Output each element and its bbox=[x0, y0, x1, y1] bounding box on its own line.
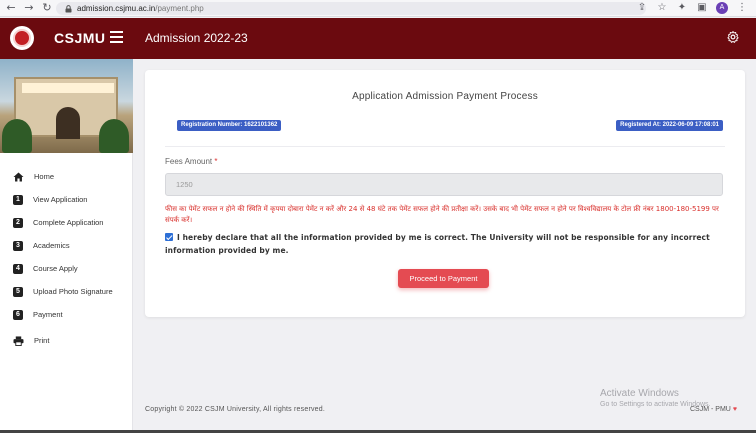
sidebar-item-academics[interactable]: 3 Academics bbox=[0, 234, 132, 257]
puzzle-icon[interactable]: ✦ bbox=[676, 1, 688, 15]
brand-name[interactable]: CSJMU bbox=[54, 30, 106, 46]
forward-arrow-icon[interactable]: → bbox=[22, 1, 36, 15]
fees-amount-field[interactable] bbox=[165, 173, 723, 196]
share-icon[interactable]: ⇪ bbox=[636, 1, 648, 15]
step-number-badge: 6 bbox=[13, 309, 23, 320]
university-logo[interactable] bbox=[10, 26, 34, 50]
printer-icon bbox=[13, 335, 24, 346]
lock-icon bbox=[63, 4, 73, 14]
sidebar-item-label: Home bbox=[34, 172, 55, 181]
page-title: Admission 2022-23 bbox=[145, 31, 248, 45]
sidebar-menu: Home 1 View Application 2 Complete Appli… bbox=[0, 153, 132, 352]
star-icon[interactable]: ☆ bbox=[656, 1, 668, 15]
fees-amount-label: Fees Amount * bbox=[165, 157, 218, 166]
sidebar-item-upload-photo-signature[interactable]: 5 Upload Photo Signature bbox=[0, 280, 132, 303]
sidebar-item-label: View Application bbox=[33, 195, 88, 204]
url-text: admission.csjmu.ac.in/payment.php bbox=[77, 4, 204, 13]
sidebar-item-label: Academics bbox=[33, 241, 70, 250]
sidebar-item-label: Course Apply bbox=[33, 264, 78, 273]
registered-at-badge: Registered At: 2022-06-09 17:08:01 bbox=[616, 120, 723, 131]
more-vertical-icon[interactable]: ⋮ bbox=[736, 1, 748, 15]
step-number-badge: 1 bbox=[13, 194, 23, 205]
campus-gate-image bbox=[0, 59, 133, 153]
payment-card: Application Admission Payment Process Re… bbox=[145, 70, 745, 317]
declaration: I hereby declare that all the informatio… bbox=[165, 232, 725, 257]
registration-number-badge: Registration Number: 1622101362 bbox=[177, 120, 282, 131]
address-bar[interactable]: admission.csjmu.ac.in/payment.php bbox=[56, 2, 646, 15]
footer-copyright: Copyright © 2022 CSJM University, All ri… bbox=[145, 406, 325, 413]
hamburger-menu-icon[interactable] bbox=[110, 31, 123, 43]
heart-icon: ♥ bbox=[732, 406, 737, 413]
profile-avatar[interactable]: A bbox=[716, 2, 728, 14]
step-number-badge: 5 bbox=[13, 286, 23, 297]
sidebar-item-label: Complete Application bbox=[33, 218, 104, 227]
payment-notice-hindi: फीस का पेमेंट सफल न होने की स्थिति में क… bbox=[165, 205, 719, 224]
sidebar-item-label: Payment bbox=[33, 310, 63, 319]
sidebar-item-label: Print bbox=[34, 336, 50, 345]
browser-toolbar: ← → ↻ admission.csjmu.ac.in/payment.php … bbox=[0, 0, 756, 17]
footer-credit: CSJM - PMU ♥ bbox=[690, 406, 737, 413]
required-mark: * bbox=[214, 157, 218, 166]
card-title: Application Admission Payment Process bbox=[352, 91, 538, 102]
sidebar-panel-icon[interactable]: ▣ bbox=[696, 1, 708, 15]
sidebar-item-print[interactable]: Print bbox=[0, 329, 132, 352]
sidebar-item-label: Upload Photo Signature bbox=[33, 287, 113, 296]
gear-icon[interactable] bbox=[726, 30, 740, 44]
sidebar: Home 1 View Application 2 Complete Appli… bbox=[0, 59, 133, 433]
sidebar-item-complete-application[interactable]: 2 Complete Application bbox=[0, 211, 132, 234]
sidebar-item-view-application[interactable]: 1 View Application bbox=[0, 188, 132, 211]
step-number-badge: 4 bbox=[13, 263, 23, 274]
declaration-text: I hereby declare that all the informatio… bbox=[165, 233, 710, 255]
activate-windows-title: Activate Windows bbox=[600, 388, 679, 399]
declaration-checkbox[interactable] bbox=[165, 233, 173, 241]
divider bbox=[165, 146, 725, 147]
sidebar-item-home[interactable]: Home bbox=[0, 165, 132, 188]
app-header: CSJMU Admission 2022-23 bbox=[0, 18, 756, 59]
sidebar-item-payment[interactable]: 6 Payment bbox=[0, 303, 132, 326]
sidebar-item-course-apply[interactable]: 4 Course Apply bbox=[0, 257, 132, 280]
reload-icon[interactable]: ↻ bbox=[40, 1, 54, 15]
proceed-to-payment-button[interactable]: Proceed to Payment bbox=[398, 269, 489, 288]
step-number-badge: 3 bbox=[13, 240, 23, 251]
home-icon bbox=[13, 171, 24, 182]
step-number-badge: 2 bbox=[13, 217, 23, 228]
back-arrow-icon[interactable]: ← bbox=[4, 1, 18, 15]
